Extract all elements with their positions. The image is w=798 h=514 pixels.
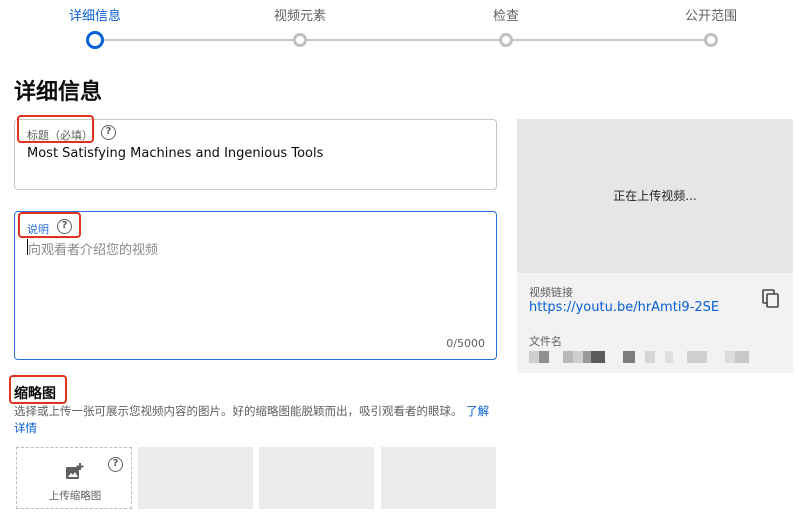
- video-player-placeholder: 正在上传视频...: [517, 119, 793, 273]
- step-visibility-dot: [704, 33, 718, 47]
- step-details-label: 详细信息: [68, 9, 121, 24]
- title-help-icon[interactable]: ?: [101, 125, 116, 140]
- step-video-elements-dot: [293, 33, 307, 47]
- step-details-dot: [86, 31, 104, 49]
- description-field[interactable]: 说明 向观看者介绍您的视频 0/5000: [14, 211, 497, 360]
- filename-label: 文件名: [529, 335, 562, 348]
- title-label-annotation: [17, 115, 94, 143]
- description-input[interactable]: 向观看者介绍您的视频: [28, 239, 158, 258]
- upload-thumbnail-button[interactable]: ? 上传缩略图: [16, 447, 132, 509]
- copy-icon[interactable]: [762, 289, 780, 309]
- progress-stepper: 详细信息 视频元素 检查 公开范围: [0, 0, 798, 56]
- video-preview-panel: 正在上传视频... 视频链接 https://youtu.be/hrAmti9-…: [517, 119, 793, 373]
- page-title: 详细信息: [14, 80, 103, 105]
- step-video-elements[interactable]: 视频元素: [240, 0, 360, 47]
- upload-thumbnail-label: 上传缩略图: [48, 490, 102, 502]
- step-visibility-label: 公开范围: [684, 9, 737, 24]
- step-checks-dot: [499, 33, 513, 47]
- thumbnail-help-icon[interactable]: ?: [108, 457, 123, 472]
- auto-thumbnail-3[interactable]: [381, 447, 496, 509]
- description-char-counter: 0/5000: [446, 337, 485, 350]
- stepper-track: [95, 39, 710, 41]
- step-details[interactable]: 详细信息: [35, 0, 155, 49]
- add-image-icon: [66, 463, 84, 479]
- step-video-elements-label: 视频元素: [273, 9, 326, 24]
- thumbnails-description-text: 选择或上传一张可展示您视频内容的图片。好的缩略图能脱颖而出，吸引观看者的眼球。: [14, 404, 463, 418]
- thumbnails-title-annotation: [9, 375, 67, 404]
- filename-redacted: [529, 351, 749, 363]
- step-visibility[interactable]: 公开范围: [651, 0, 771, 47]
- title-input[interactable]: Most Satisfying Machines and Ingenious T…: [27, 146, 323, 161]
- thumbnails-description: 选择或上传一张可展示您视频内容的图片。好的缩略图能脱颖而出，吸引观看者的眼球。 …: [14, 403, 494, 437]
- auto-thumbnail-2[interactable]: [259, 447, 374, 509]
- step-checks[interactable]: 检查: [446, 0, 566, 47]
- video-link[interactable]: https://youtu.be/hrAmti9-2SE: [529, 300, 719, 315]
- step-checks-label: 检查: [492, 9, 519, 24]
- description-label-annotation: [18, 212, 81, 238]
- video-link-label: 视频链接: [529, 286, 573, 299]
- upload-status: 正在上传视频...: [613, 189, 697, 203]
- auto-thumbnail-1[interactable]: [138, 447, 253, 509]
